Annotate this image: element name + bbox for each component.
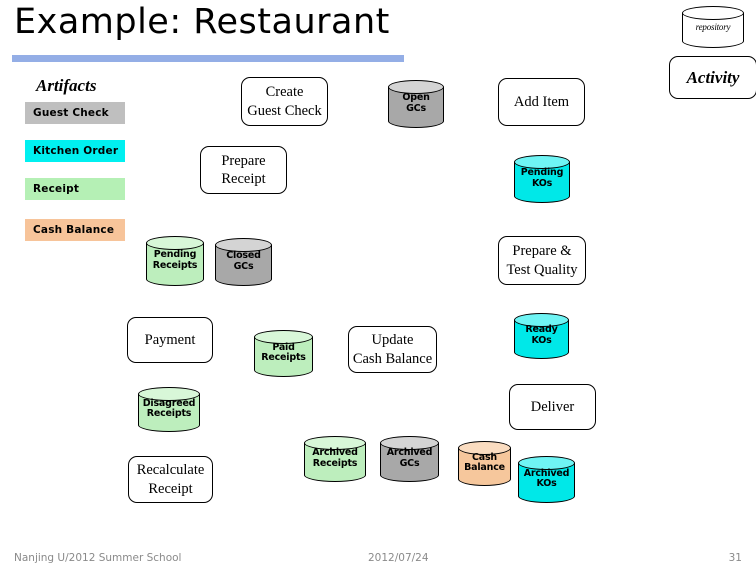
- activity-node: Update Cash Balance: [348, 326, 437, 373]
- repository-node: Closed GCs: [215, 238, 272, 286]
- key-activity: Activity: [669, 56, 756, 99]
- activity-node: Create Guest Check: [241, 77, 328, 126]
- cylinder-top-ellipse: [682, 6, 744, 20]
- activity-label: Deliver: [530, 398, 575, 415]
- repository-node: Ready KOs: [514, 313, 569, 359]
- repository-label: Cash Balance: [464, 451, 505, 474]
- activity-node: Add Item: [498, 78, 585, 126]
- repository-label: Paid Receipts: [261, 341, 306, 364]
- activity-node: Prepare Receipt: [200, 146, 287, 194]
- repository-label: Closed GCs: [226, 250, 261, 272]
- activity-label: Prepare & Test Quality: [506, 243, 578, 278]
- repository-label: Archived Receipts: [312, 447, 358, 469]
- repository-node: Disagreed Receipts: [138, 387, 200, 432]
- repository-node: Pending Receipts: [146, 236, 204, 286]
- repository-node: Cash Balance: [458, 441, 511, 486]
- repository-label: Archived GCs: [386, 447, 433, 469]
- repository-label: Pending KOs: [520, 167, 564, 189]
- activity-label: Update Cash Balance: [352, 332, 433, 367]
- repository-label: Ready KOs: [525, 324, 558, 346]
- page-title: Example: Restaurant: [14, 2, 390, 42]
- artifact-legend-chip-label: Guest Check: [33, 107, 109, 119]
- title-underline-rule: [12, 55, 404, 62]
- repository-node: Archived Receipts: [304, 436, 366, 482]
- activity-node: Recalculate Receipt: [128, 456, 213, 503]
- repository-label: Disagreed Receipts: [142, 397, 196, 420]
- repository-node: Archived KOs: [518, 456, 575, 503]
- artifact-legend-chip-label: Cash Balance: [33, 224, 115, 236]
- repository-label: Pending Receipts: [152, 249, 198, 271]
- legend-heading: Artifacts: [36, 76, 97, 95]
- activity-label: Create Guest Check: [247, 84, 322, 119]
- artifact-legend-chip-label: Kitchen Order: [33, 145, 119, 157]
- footer-page-number: 31: [728, 552, 742, 564]
- repository-node: Paid Receipts: [254, 330, 313, 377]
- activity-label: Recalculate Receipt: [136, 462, 205, 497]
- artifact-legend-chip-label: Receipt: [33, 183, 80, 195]
- repository-label: Archived KOs: [523, 467, 570, 490]
- slide-canvas: Example: Restaurant Artifacts Guest Chec…: [0, 0, 756, 576]
- repository-node: Pending KOs: [514, 155, 570, 203]
- footer-left-text: Nanjing U/2012 Summer School: [14, 552, 182, 564]
- footer-date-text: 2012/07/24: [368, 552, 429, 564]
- activity-label: Prepare Receipt: [221, 152, 266, 187]
- repository-label: repository: [695, 21, 731, 32]
- activity-label: Payment: [144, 331, 196, 348]
- artifact-legend-chip: Guest Check: [25, 102, 125, 124]
- artifact-legend-chip: Kitchen Order: [25, 140, 125, 162]
- cylinder-top-ellipse: [146, 236, 204, 250]
- artifact-legend-chip: Cash Balance: [25, 219, 125, 241]
- activity-label: Add Item: [513, 93, 570, 110]
- repository-node: Open GCs: [388, 80, 444, 128]
- activity-node: Payment: [127, 317, 213, 363]
- activity-node: Prepare & Test Quality: [498, 236, 586, 285]
- repository-node: Archived GCs: [380, 436, 439, 482]
- activity-node: Deliver: [509, 384, 596, 430]
- repository-label: Open GCs: [402, 92, 430, 114]
- key-activity-label: Activity: [686, 67, 740, 87]
- key-repository-cylinder: repository: [682, 6, 744, 48]
- artifact-legend-chip: Receipt: [25, 178, 125, 200]
